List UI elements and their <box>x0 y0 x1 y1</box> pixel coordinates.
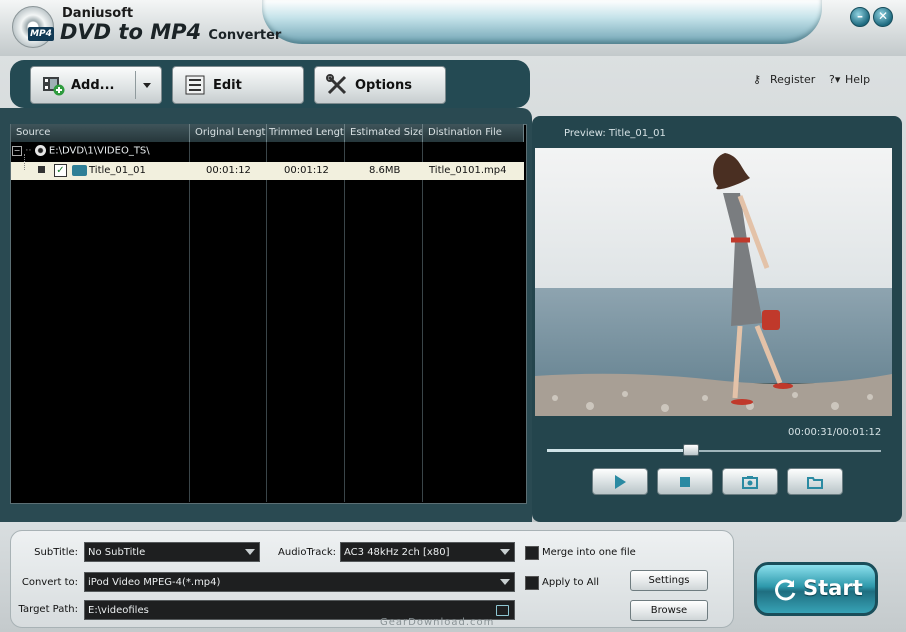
preview-label: Preview: Title_01_01 <box>564 128 666 139</box>
add-button[interactable]: Add... <box>30 66 162 104</box>
help-link[interactable]: Help <box>845 73 870 86</box>
subtitle-value: No SubTitle <box>88 547 146 558</box>
preview-frame-image <box>535 148 892 416</box>
key-icon: ⚷ <box>753 73 762 86</box>
folder-icon <box>496 605 509 616</box>
add-divider <box>135 71 136 99</box>
merge-checkbox[interactable] <box>525 546 539 560</box>
edit-label: Edit <box>213 78 242 93</box>
watermark: GearDownload.com <box>380 617 495 628</box>
browse-button[interactable]: Browse <box>630 600 708 621</box>
row-checkbox[interactable]: ✓ <box>54 164 67 177</box>
apply-all-label: Apply to All <box>542 577 600 588</box>
video-folder-icon <box>72 165 87 176</box>
convert-select[interactable]: iPod Video MPEG-4(*.mp4) <box>84 572 515 592</box>
chevron-down-icon <box>500 579 510 585</box>
seek-progress <box>547 449 691 452</box>
chevron-down-icon <box>500 549 510 555</box>
open-folder-button[interactable] <box>787 468 843 495</box>
col-trimmed-length[interactable]: Trimmed Length <box>267 124 345 142</box>
refresh-icon <box>775 579 796 601</box>
col-source[interactable]: Source <box>11 124 190 142</box>
help-icon: ?▾ <box>829 73 841 86</box>
tree-connector: ·· <box>25 145 32 157</box>
start-button[interactable]: Start <box>754 562 878 616</box>
row-estimated-size: 8.6MB <box>369 165 401 176</box>
audiotrack-label: AudioTrack: <box>278 547 336 558</box>
col-divider <box>422 142 423 502</box>
minimize-button[interactable]: – <box>850 7 870 27</box>
camera-icon <box>742 476 758 489</box>
col-destination-file[interactable]: Distination File <box>423 124 524 142</box>
col-estimated-size[interactable]: Estimated Size <box>345 124 423 142</box>
convert-value: iPod Video MPEG-4(*.mp4) <box>88 577 221 588</box>
app-title: DVD to MP4 Converter <box>60 20 281 44</box>
close-button[interactable]: ✕ <box>873 7 893 27</box>
target-path-value: E:\videofiles <box>88 605 149 616</box>
tree-connector <box>24 154 26 170</box>
row-title: Title_01_01 <box>89 165 146 176</box>
root-path: E:\DVD\1\VIDEO_TS\ <box>48 145 150 157</box>
options-label: Options <box>355 78 412 93</box>
stop-icon <box>680 477 690 487</box>
add-film-icon <box>43 77 65 96</box>
audiotrack-value: AC3 48kHz 2ch [x80] <box>344 547 450 558</box>
file-list[interactable] <box>10 124 527 504</box>
tree-root-row[interactable]: − ·· E:\DVD\1\VIDEO_TS\ <box>12 145 150 157</box>
merge-label: Merge into one file <box>542 547 636 558</box>
snapshot-button[interactable] <box>722 468 778 495</box>
chevron-down-icon <box>245 549 255 555</box>
timecode: 00:00:31/00:01:12 <box>788 427 882 438</box>
brand-name: Daniusoft <box>62 6 134 21</box>
preview-image <box>535 148 892 416</box>
row-original-length: 00:01:12 <box>206 165 251 176</box>
row-destination-file: Title_0101.mp4 <box>429 165 507 176</box>
apply-all-checkbox[interactable] <box>525 576 539 590</box>
col-divider <box>189 142 190 502</box>
convert-label: Convert to: <box>21 577 78 588</box>
options-button[interactable]: Options <box>314 66 446 104</box>
add-dropdown-icon[interactable] <box>143 83 151 88</box>
tools-icon <box>326 74 347 95</box>
app-name: DVD to MP4 <box>60 20 202 44</box>
start-label: Start <box>803 576 863 600</box>
title-decoration <box>262 0 822 44</box>
edit-list-icon <box>185 75 205 95</box>
subtitle-select[interactable]: No SubTitle <box>84 542 260 562</box>
row-trimmed-length: 00:01:12 <box>284 165 329 176</box>
add-label: Add... <box>71 78 115 93</box>
app-suffix: Converter <box>208 28 282 43</box>
seek-slider-thumb[interactable] <box>682 444 699 456</box>
target-label: Target Path: <box>18 604 78 615</box>
register-link[interactable]: Register <box>770 73 815 86</box>
stop-button[interactable] <box>657 468 713 495</box>
logo-badge: MP4 <box>28 27 54 41</box>
subtitle-label: SubTitle: <box>34 547 78 558</box>
edit-button[interactable]: Edit <box>172 66 304 104</box>
folder-icon <box>807 477 823 489</box>
col-divider <box>344 142 345 502</box>
play-button[interactable] <box>592 468 648 495</box>
disc-icon <box>34 145 46 156</box>
col-divider <box>266 142 267 502</box>
play-icon <box>615 475 626 489</box>
audiotrack-select[interactable]: AC3 48kHz 2ch [x80] <box>340 542 515 562</box>
expand-icon[interactable] <box>38 166 45 173</box>
collapse-icon[interactable]: − <box>12 145 22 156</box>
col-original-length[interactable]: Original Length <box>190 124 267 142</box>
settings-button[interactable]: Settings <box>630 570 708 591</box>
